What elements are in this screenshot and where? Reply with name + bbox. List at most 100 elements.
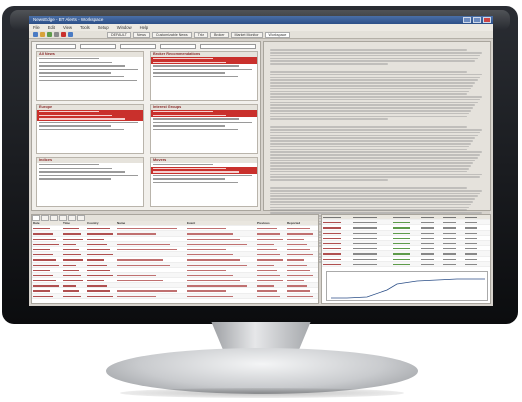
quote-cell <box>420 257 442 261</box>
grid-header-reported[interactable]: Reported <box>286 221 316 225</box>
open-icon[interactable] <box>40 32 45 37</box>
article-text-line <box>270 87 472 90</box>
headline-row[interactable] <box>37 79 143 83</box>
table-cell <box>62 288 86 292</box>
news-widgets-pane: All News Broker Recommendations Europe Inte… <box>31 41 261 211</box>
grid-header-event[interactable]: Event <box>186 221 256 225</box>
headline-row[interactable] <box>151 75 257 79</box>
new-icon[interactable] <box>33 32 38 37</box>
article-text-line <box>270 145 470 148</box>
quote-cell <box>392 231 420 235</box>
menu-edit[interactable]: Edit <box>48 24 55 31</box>
table-cell <box>286 242 316 246</box>
table-cell <box>116 278 186 282</box>
filter-combo-4[interactable] <box>160 44 196 49</box>
table-cell <box>256 288 286 292</box>
tab-default[interactable]: DEFAULT <box>107 31 131 38</box>
tab-trkr[interactable]: Trkr <box>193 31 208 38</box>
quote-cell <box>352 236 392 240</box>
quote-cell <box>392 225 420 229</box>
headline-row[interactable] <box>151 128 257 132</box>
table-cell <box>186 231 256 235</box>
menu-setup[interactable]: Setup <box>98 24 109 31</box>
table-cell <box>286 294 316 298</box>
filter-combo-2[interactable] <box>80 44 116 49</box>
quote-cell <box>322 246 352 250</box>
table-cell <box>32 294 62 298</box>
price-chart-svg <box>331 278 485 299</box>
article-text-line <box>270 71 467 73</box>
table-cell <box>32 252 62 256</box>
grid-header-date[interactable]: Date <box>32 221 62 225</box>
save-icon[interactable] <box>47 32 52 37</box>
maximize-button[interactable] <box>473 17 481 23</box>
quote-cell <box>322 262 352 266</box>
quote-cell <box>420 225 442 229</box>
article-pane <box>263 41 491 264</box>
table-cell <box>116 263 186 267</box>
article-text-line <box>270 93 467 95</box>
table-cell <box>86 263 116 267</box>
table-row[interactable] <box>32 293 318 299</box>
filter-combo-3[interactable] <box>120 44 156 49</box>
close-button[interactable] <box>483 17 491 23</box>
table-cell <box>286 252 316 256</box>
headline-row[interactable] <box>37 177 143 181</box>
article-text-line <box>270 101 478 104</box>
table-cell <box>186 247 256 251</box>
headline-row[interactable] <box>37 128 143 132</box>
grid-body <box>32 226 318 299</box>
menu-view[interactable]: View <box>63 24 72 31</box>
alert-icon[interactable] <box>61 32 66 37</box>
table-cell <box>62 283 86 287</box>
tab-customizable-news[interactable]: Customizable News <box>151 31 192 38</box>
quote-row[interactable] <box>322 261 490 267</box>
tab-workspace[interactable]: Workspace <box>264 31 291 38</box>
quote-cell <box>464 262 484 266</box>
article-text-line <box>270 90 470 93</box>
article-text-line <box>270 170 467 173</box>
news-widget: Europe <box>36 104 144 154</box>
table-cell <box>32 226 62 230</box>
article-text-line <box>270 51 482 54</box>
table-cell <box>286 288 316 292</box>
minimize-button[interactable] <box>463 17 471 23</box>
quote-cell <box>420 251 442 255</box>
table-cell <box>116 294 186 298</box>
filter-combo-5[interactable] <box>200 44 256 49</box>
menu-help[interactable]: Help <box>140 24 149 31</box>
table-cell <box>32 283 62 287</box>
tab-news[interactable]: News <box>132 31 150 38</box>
grid-header-name[interactable]: Name <box>116 221 186 225</box>
grid-header-time[interactable]: Time <box>62 221 86 225</box>
quote-cell <box>442 246 464 250</box>
table-cell <box>256 294 286 298</box>
table-cell <box>186 273 256 277</box>
quote-cell <box>322 251 352 255</box>
table-cell <box>32 263 62 267</box>
table-cell <box>62 273 86 277</box>
menu-window[interactable]: Window <box>117 24 132 31</box>
article-text-line <box>270 143 472 145</box>
tab-market-monitor[interactable]: Market Monitor <box>230 31 263 38</box>
print-icon[interactable] <box>54 32 59 37</box>
article-text-line <box>270 195 478 198</box>
table-cell <box>86 273 116 277</box>
menu-file[interactable]: File <box>33 24 40 31</box>
table-cell <box>186 294 256 298</box>
tab-broker[interactable]: Broker <box>209 31 229 38</box>
quote-cell <box>464 231 484 235</box>
table-cell <box>286 226 316 230</box>
table-cell <box>286 278 316 282</box>
quote-cell <box>442 215 464 219</box>
grid-header-country[interactable]: Country <box>86 221 116 225</box>
refresh-icon[interactable] <box>68 32 73 37</box>
table-cell <box>62 231 86 235</box>
grid-header-previous[interactable]: Previous <box>256 221 286 225</box>
menu-tools[interactable]: Tools <box>80 24 90 31</box>
table-cell <box>32 237 62 241</box>
filter-combo-1[interactable] <box>36 44 76 49</box>
price-chart[interactable] <box>326 271 488 301</box>
headline-row[interactable] <box>151 181 257 185</box>
table-cell <box>186 283 256 287</box>
